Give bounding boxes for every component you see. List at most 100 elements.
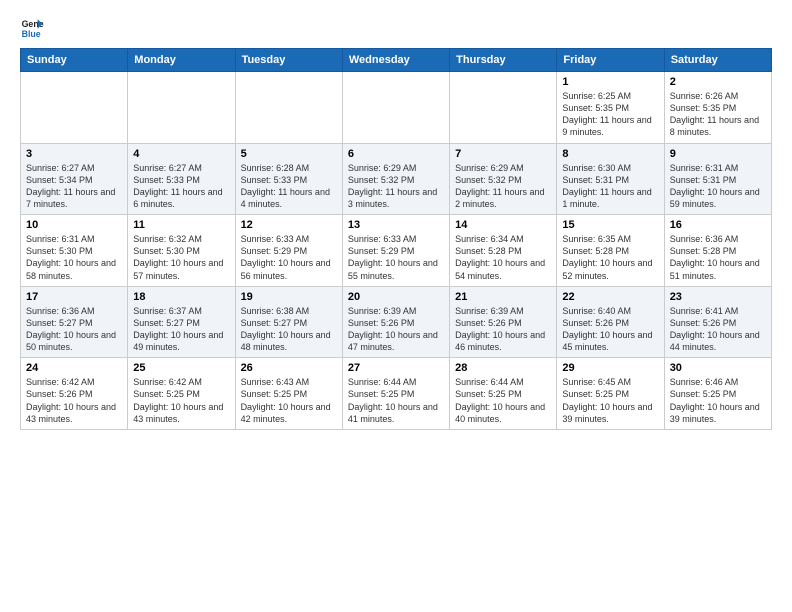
calendar-cell: 9 Sunrise: 6:31 AM Sunset: 5:31 PM Daylig… [664, 143, 771, 215]
day-number: 4 [133, 148, 229, 160]
day-number: 2 [670, 76, 766, 88]
day-number: 23 [670, 291, 766, 303]
day-number: 24 [26, 362, 122, 374]
logo-icon: General Blue [20, 16, 44, 40]
calendar-cell: 5 Sunrise: 6:28 AM Sunset: 5:33 PM Daylig… [235, 143, 342, 215]
calendar-cell: 22 Sunrise: 6:40 AM Sunset: 5:26 PM Dayli… [557, 286, 664, 358]
day-info: Sunrise: 6:42 AM Sunset: 5:26 PM Dayligh… [26, 376, 122, 425]
day-number: 16 [670, 219, 766, 231]
day-info: Sunrise: 6:39 AM Sunset: 5:26 PM Dayligh… [455, 305, 551, 354]
day-number: 18 [133, 291, 229, 303]
day-header-wednesday: Wednesday [342, 49, 449, 72]
day-info: Sunrise: 6:32 AM Sunset: 5:30 PM Dayligh… [133, 233, 229, 282]
calendar-cell: 11 Sunrise: 6:32 AM Sunset: 5:30 PM Dayli… [128, 215, 235, 287]
day-info: Sunrise: 6:36 AM Sunset: 5:27 PM Dayligh… [26, 305, 122, 354]
day-info: Sunrise: 6:44 AM Sunset: 5:25 PM Dayligh… [455, 376, 551, 425]
day-info: Sunrise: 6:29 AM Sunset: 5:32 PM Dayligh… [455, 162, 551, 211]
calendar-cell: 21 Sunrise: 6:39 AM Sunset: 5:26 PM Dayli… [450, 286, 557, 358]
day-number: 11 [133, 219, 229, 231]
day-info: Sunrise: 6:37 AM Sunset: 5:27 PM Dayligh… [133, 305, 229, 354]
day-info: Sunrise: 6:27 AM Sunset: 5:33 PM Dayligh… [133, 162, 229, 211]
day-number: 29 [562, 362, 658, 374]
calendar-cell: 6Sunrise: 6:29 AM Sunset: 5:32 PM Daylig… [342, 143, 449, 215]
day-number: 13 [348, 219, 444, 231]
day-number: 26 [241, 362, 337, 374]
day-header-tuesday: Tuesday [235, 49, 342, 72]
calendar-cell [235, 72, 342, 144]
day-number: 25 [133, 362, 229, 374]
calendar-cell: 26 Sunrise: 6:43 AM Sunset: 5:25 PM Dayli… [235, 358, 342, 430]
calendar-cell: 28 Sunrise: 6:44 AM Sunset: 5:25 PM Dayli… [450, 358, 557, 430]
calendar-cell: 24 Sunrise: 6:42 AM Sunset: 5:26 PM Dayli… [21, 358, 128, 430]
day-info: Sunrise: 6:35 AM Sunset: 5:28 PM Dayligh… [562, 233, 658, 282]
calendar-cell: 13 Sunrise: 6:33 AM Sunset: 5:29 PM Dayli… [342, 215, 449, 287]
calendar-cell: 15 Sunrise: 6:35 AM Sunset: 5:28 PM Dayli… [557, 215, 664, 287]
day-number: 8 [562, 148, 658, 160]
calendar-cell: 20 Sunrise: 6:39 AM Sunset: 5:26 PM Dayli… [342, 286, 449, 358]
day-info: Sunrise: 6:34 AM Sunset: 5:28 PM Dayligh… [455, 233, 551, 282]
day-info: Sunrise: 6:46 AM Sunset: 5:25 PM Dayligh… [670, 376, 766, 425]
calendar-week-2: 3 Sunrise: 6:27 AM Sunset: 5:34 PM Daylig… [21, 143, 772, 215]
day-number: 3 [26, 148, 122, 160]
day-info: Sunrise: 6:28 AM Sunset: 5:33 PM Dayligh… [241, 162, 337, 211]
calendar-cell [128, 72, 235, 144]
calendar-cell: 16Sunrise: 6:36 AM Sunset: 5:28 PM Dayli… [664, 215, 771, 287]
day-info: Sunrise: 6:43 AM Sunset: 5:25 PM Dayligh… [241, 376, 337, 425]
day-number: 17 [26, 291, 122, 303]
calendar-header-row: SundayMondayTuesdayWednesdayThursdayFrid… [21, 49, 772, 72]
day-number: 7 [455, 148, 551, 160]
calendar-cell: 19Sunrise: 6:38 AM Sunset: 5:27 PM Dayli… [235, 286, 342, 358]
calendar-table: SundayMondayTuesdayWednesdayThursdayFrid… [20, 48, 772, 430]
calendar-cell: 3 Sunrise: 6:27 AM Sunset: 5:34 PM Daylig… [21, 143, 128, 215]
day-header-friday: Friday [557, 49, 664, 72]
logo: General Blue [20, 16, 48, 40]
day-info: Sunrise: 6:38 AM Sunset: 5:27 PM Dayligh… [241, 305, 337, 354]
day-info: Sunrise: 6:27 AM Sunset: 5:34 PM Dayligh… [26, 162, 122, 211]
day-header-monday: Monday [128, 49, 235, 72]
day-header-thursday: Thursday [450, 49, 557, 72]
calendar-cell: 7 Sunrise: 6:29 AM Sunset: 5:32 PM Daylig… [450, 143, 557, 215]
day-number: 6 [348, 148, 444, 160]
day-number: 14 [455, 219, 551, 231]
day-info: Sunrise: 6:31 AM Sunset: 5:31 PM Dayligh… [670, 162, 766, 211]
day-info: Sunrise: 6:44 AM Sunset: 5:25 PM Dayligh… [348, 376, 444, 425]
day-number: 9 [670, 148, 766, 160]
day-info: Sunrise: 6:45 AM Sunset: 5:25 PM Dayligh… [562, 376, 658, 425]
calendar-cell [21, 72, 128, 144]
svg-text:Blue: Blue [22, 29, 41, 39]
day-info: Sunrise: 6:33 AM Sunset: 5:29 PM Dayligh… [348, 233, 444, 282]
day-info: Sunrise: 6:40 AM Sunset: 5:26 PM Dayligh… [562, 305, 658, 354]
day-info: Sunrise: 6:25 AM Sunset: 5:35 PM Dayligh… [562, 90, 658, 139]
day-number: 15 [562, 219, 658, 231]
calendar-cell: 29 Sunrise: 6:45 AM Sunset: 5:25 PM Dayli… [557, 358, 664, 430]
day-info: Sunrise: 6:39 AM Sunset: 5:26 PM Dayligh… [348, 305, 444, 354]
day-info: Sunrise: 6:31 AM Sunset: 5:30 PM Dayligh… [26, 233, 122, 282]
day-number: 5 [241, 148, 337, 160]
calendar-cell: 4 Sunrise: 6:27 AM Sunset: 5:33 PM Daylig… [128, 143, 235, 215]
day-info: Sunrise: 6:41 AM Sunset: 5:26 PM Dayligh… [670, 305, 766, 354]
calendar-cell: 8Sunrise: 6:30 AM Sunset: 5:31 PM Daylig… [557, 143, 664, 215]
calendar-cell: 1Sunrise: 6:25 AM Sunset: 5:35 PM Daylig… [557, 72, 664, 144]
day-info: Sunrise: 6:33 AM Sunset: 5:29 PM Dayligh… [241, 233, 337, 282]
calendar-cell: 10 Sunrise: 6:31 AM Sunset: 5:30 PM Dayli… [21, 215, 128, 287]
calendar-cell: 2 Sunrise: 6:26 AM Sunset: 5:35 PM Daylig… [664, 72, 771, 144]
calendar-cell: 18 Sunrise: 6:37 AM Sunset: 5:27 PM Dayli… [128, 286, 235, 358]
calendar-week-3: 10 Sunrise: 6:31 AM Sunset: 5:30 PM Dayli… [21, 215, 772, 287]
day-number: 12 [241, 219, 337, 231]
day-number: 30 [670, 362, 766, 374]
calendar-cell: 17 Sunrise: 6:36 AM Sunset: 5:27 PM Dayli… [21, 286, 128, 358]
day-header-sunday: Sunday [21, 49, 128, 72]
page-header: General Blue [20, 16, 772, 40]
day-number: 22 [562, 291, 658, 303]
day-number: 10 [26, 219, 122, 231]
calendar-cell: 23 Sunrise: 6:41 AM Sunset: 5:26 PM Dayli… [664, 286, 771, 358]
calendar-cell: 12 Sunrise: 6:33 AM Sunset: 5:29 PM Dayli… [235, 215, 342, 287]
calendar-cell: 25Sunrise: 6:42 AM Sunset: 5:25 PM Dayli… [128, 358, 235, 430]
calendar-cell: 14 Sunrise: 6:34 AM Sunset: 5:28 PM Dayli… [450, 215, 557, 287]
day-number: 21 [455, 291, 551, 303]
day-number: 28 [455, 362, 551, 374]
day-info: Sunrise: 6:26 AM Sunset: 5:35 PM Dayligh… [670, 90, 766, 139]
calendar-cell [342, 72, 449, 144]
calendar-week-4: 17 Sunrise: 6:36 AM Sunset: 5:27 PM Dayli… [21, 286, 772, 358]
day-number: 20 [348, 291, 444, 303]
